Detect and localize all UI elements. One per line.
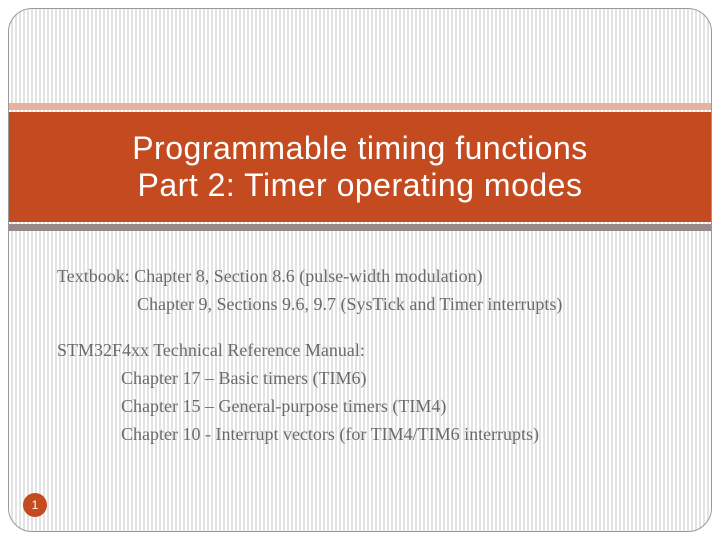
accent-stripe-bottom xyxy=(9,224,711,231)
slide: Programmable timing functions Part 2: Ti… xyxy=(8,8,712,532)
content-body: Textbook: Chapter 8, Section 8.6 (pulse-… xyxy=(57,263,671,450)
trm-heading: STM32F4xx Technical Reference Manual: xyxy=(57,337,671,363)
page-number-badge: 1 xyxy=(23,493,47,517)
trm-line-1: Chapter 17 – Basic timers (TIM6) xyxy=(57,365,671,391)
title-band: Programmable timing functions Part 2: Ti… xyxy=(9,112,711,222)
title-line-2: Part 2: Timer operating modes xyxy=(138,167,583,204)
trm-line-2: Chapter 15 – General-purpose timers (TIM… xyxy=(57,393,671,419)
page-number: 1 xyxy=(32,498,39,512)
textbook-line-2: Chapter 9, Sections 9.6, 9.7 (SysTick an… xyxy=(57,291,671,317)
accent-stripe-top xyxy=(9,103,711,110)
textbook-line-1: Textbook: Chapter 8, Section 8.6 (pulse-… xyxy=(57,263,671,289)
title-line-1: Programmable timing functions xyxy=(132,130,588,167)
trm-line-3: Chapter 10 - Interrupt vectors (for TIM4… xyxy=(57,421,671,447)
